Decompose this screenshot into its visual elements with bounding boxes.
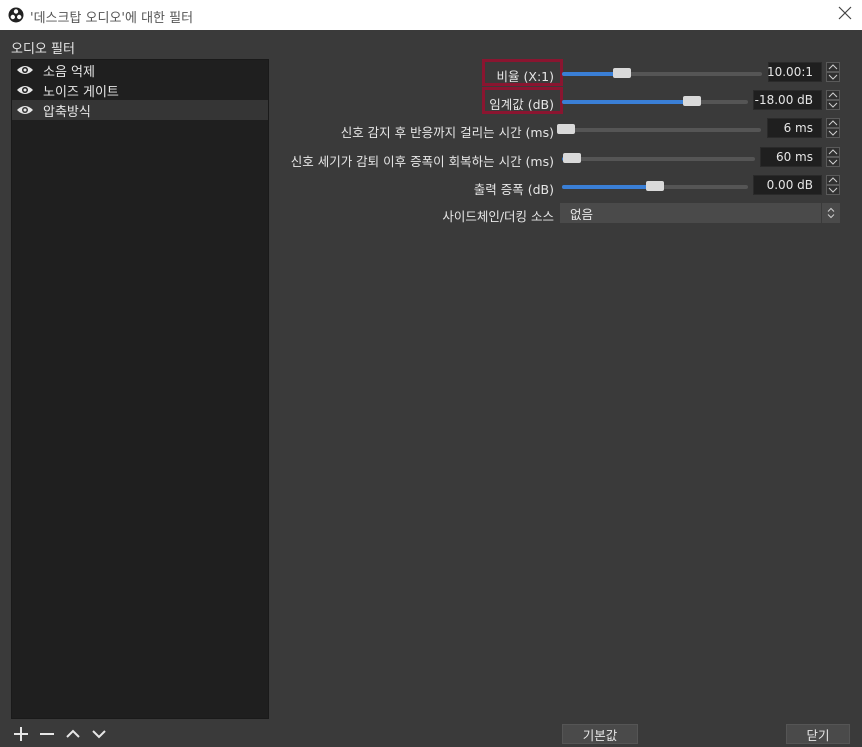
close-button[interactable]: 닫기 — [786, 724, 850, 744]
chevron-updown-icon — [827, 207, 835, 219]
spin-down-button[interactable] — [826, 100, 840, 110]
minus-icon — [40, 733, 54, 735]
eye-icon[interactable] — [16, 104, 34, 116]
chevron-down-icon — [828, 130, 838, 136]
filter-item-noise-gate[interactable]: 노이즈 게이트 — [12, 80, 268, 100]
spin-down-button[interactable] — [826, 72, 840, 82]
output-gain-slider[interactable] — [562, 181, 748, 191]
chevron-up-icon — [828, 149, 838, 155]
release-slider[interactable] — [562, 153, 755, 163]
window-title: '데스크탑 오디오'에 대한 필터 — [30, 11, 194, 26]
attack-slider[interactable] — [556, 124, 761, 134]
threshold-spinbox[interactable]: -18.00 dB — [753, 90, 822, 110]
sidechain-label: 사이드체인/더킹 소스 — [442, 209, 554, 224]
output-gain-spin-buttons[interactable] — [826, 175, 840, 195]
obs-logo-icon — [8, 7, 24, 23]
output-gain-value: 0.00 dB — [766, 178, 813, 192]
output-gain-label: 출력 증폭 (dB) — [473, 182, 554, 197]
chevron-up-icon — [828, 120, 838, 126]
eye-icon[interactable] — [16, 84, 34, 96]
slider-handle[interactable] — [556, 124, 575, 134]
ratio-spinbox[interactable]: 10.00:1 — [766, 62, 822, 82]
chevron-up-icon — [66, 729, 80, 738]
release-spin-buttons[interactable] — [826, 147, 840, 167]
spin-down-button[interactable] — [826, 185, 840, 195]
release-label: 신호 세기가 감퇴 이후 증폭이 회복하는 시간 (ms) — [290, 154, 554, 169]
attack-value: 6 ms — [783, 121, 813, 135]
filter-item-noise-suppression[interactable]: 소음 억제 — [12, 60, 268, 80]
slider-handle[interactable] — [562, 153, 581, 163]
chevron-down-icon — [828, 159, 838, 165]
filter-item-label: 압축방식 — [43, 104, 91, 120]
filter-list[interactable]: 소음 억제 노이즈 게이트 압축방식 — [11, 59, 269, 719]
chevron-up-icon — [828, 92, 838, 98]
threshold-spin-buttons[interactable] — [826, 90, 840, 110]
chevron-down-icon — [828, 102, 838, 108]
slider-fill — [562, 100, 693, 104]
defaults-button[interactable]: 기본값 — [562, 724, 638, 744]
spin-up-button[interactable] — [826, 118, 840, 128]
chevron-down-icon — [92, 730, 106, 739]
spin-up-button[interactable] — [826, 175, 840, 185]
spin-up-button[interactable] — [826, 90, 840, 100]
chevron-up-icon — [828, 64, 838, 70]
slider-handle[interactable] — [646, 181, 664, 191]
filter-item-label: 소음 억제 — [43, 64, 95, 80]
spin-down-button[interactable] — [826, 157, 840, 167]
select-arrow[interactable] — [821, 203, 840, 223]
chevron-down-icon — [828, 187, 838, 193]
slider-fill — [562, 185, 655, 189]
close-icon[interactable] — [838, 6, 852, 20]
spin-up-button[interactable] — [826, 147, 840, 157]
release-spinbox[interactable]: 60 ms — [760, 147, 822, 167]
filters-panel-label: 오디오 필터 — [11, 42, 75, 57]
attack-spinbox[interactable]: 6 ms — [767, 118, 822, 138]
chevron-up-icon — [828, 177, 838, 183]
eye-icon[interactable] — [16, 64, 34, 76]
threshold-slider[interactable] — [562, 96, 748, 106]
output-gain-spinbox[interactable]: 0.00 dB — [753, 175, 822, 195]
plus-icon — [14, 727, 28, 741]
remove-filter-button[interactable] — [38, 725, 56, 743]
ratio-spin-buttons[interactable] — [826, 62, 840, 82]
spin-down-button[interactable] — [826, 128, 840, 138]
ratio-value: 10.00:1 — [766, 65, 813, 79]
threshold-value: -18.00 dB — [754, 93, 813, 107]
attack-spin-buttons[interactable] — [826, 118, 840, 138]
move-up-button[interactable] — [64, 725, 82, 743]
move-down-button[interactable] — [90, 725, 108, 743]
release-value: 60 ms — [775, 150, 813, 164]
spin-up-button[interactable] — [826, 62, 840, 72]
threshold-label: 임계값 (dB) — [489, 97, 554, 112]
sidechain-value: 없음 — [570, 206, 594, 222]
filter-item-compressor[interactable]: 압축방식 — [12, 100, 268, 120]
attack-label: 신호 감지 후 반응까지 걸리는 시간 (ms) — [340, 125, 554, 140]
title-bar: '데스크탑 오디오'에 대한 필터 — [0, 0, 862, 30]
slider-handle[interactable] — [613, 68, 631, 78]
ratio-label: 비율 (X:1) — [496, 69, 554, 84]
sidechain-select[interactable]: 없음 — [560, 203, 840, 223]
ratio-slider[interactable] — [562, 68, 762, 78]
filter-item-label: 노이즈 게이트 — [43, 84, 119, 100]
chevron-down-icon — [828, 74, 838, 80]
slider-handle[interactable] — [683, 96, 702, 106]
add-filter-button[interactable] — [12, 725, 30, 743]
filter-toolbar — [12, 725, 108, 745]
